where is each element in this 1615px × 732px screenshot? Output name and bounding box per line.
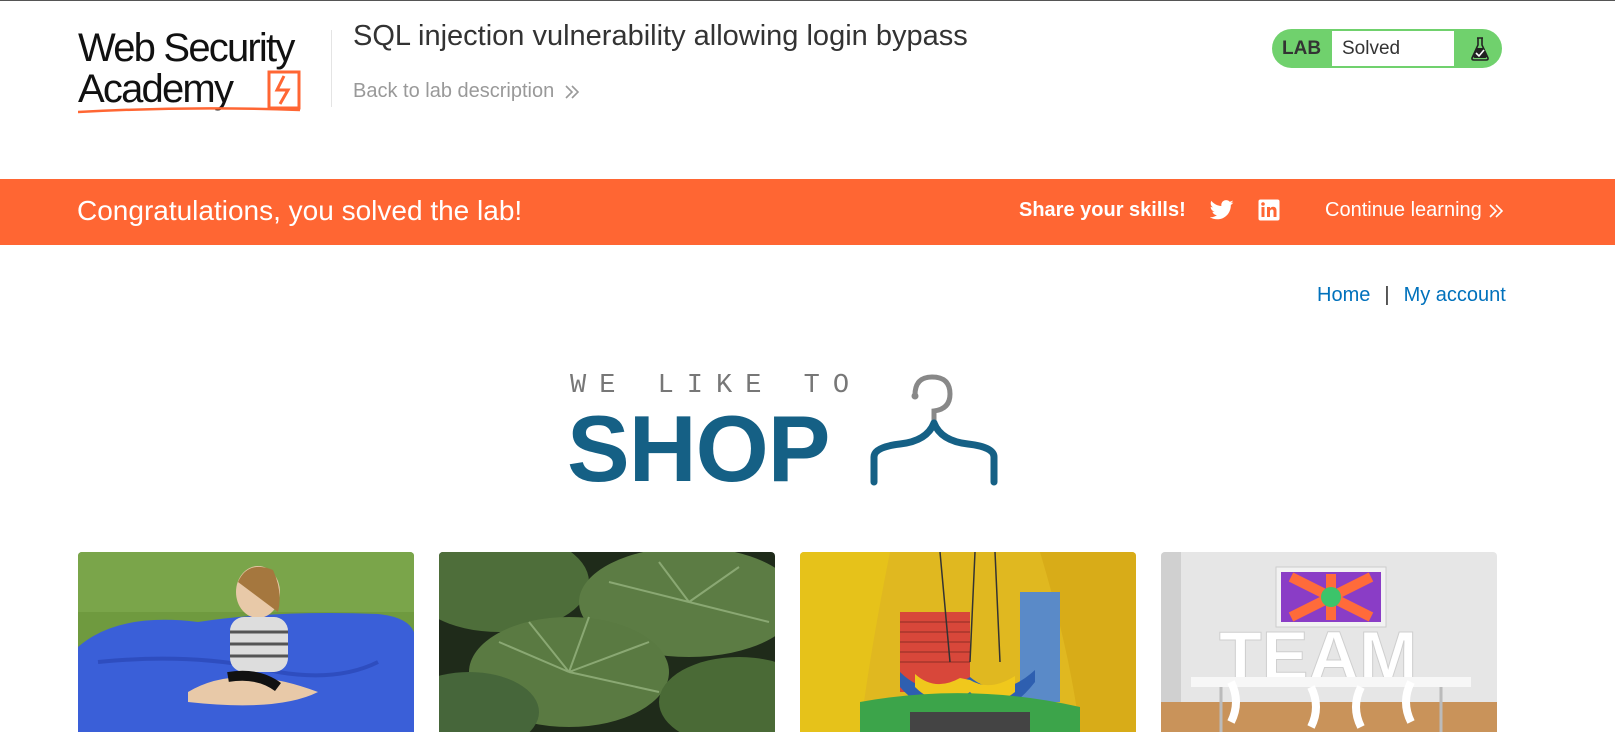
continue-learning-label: Continue learning <box>1325 199 1482 221</box>
twitter-icon[interactable] <box>1210 200 1234 220</box>
congratulations-message: Congratulations, you solved the lab! <box>77 195 523 226</box>
shop-logo: WE LIKE TO SHOP <box>567 368 1015 496</box>
linkedin-icon[interactable] <box>1258 199 1280 221</box>
logo-mark-icon <box>78 70 301 114</box>
window-top-border <box>0 0 1615 1</box>
product-image-beanbag[interactable] <box>78 552 414 732</box>
hanger-icon <box>870 374 998 486</box>
back-to-lab-description-link[interactable]: Back to lab description <box>353 80 580 103</box>
my-account-link[interactable]: My account <box>1404 284 1506 307</box>
double-chevron-right-icon <box>564 84 580 100</box>
lab-status-value: Solved <box>1332 31 1454 66</box>
nav-separator: | <box>1384 284 1390 306</box>
solved-banner: Congratulations, you solved the lab! Sha… <box>0 179 1615 245</box>
lab-status-widget: LAB Solved <box>1272 29 1502 68</box>
product-image-playhouse[interactable] <box>800 552 1136 732</box>
web-security-academy-logo[interactable]: Web Security Academy <box>78 26 330 118</box>
top-nav: Home | My account <box>1317 284 1506 307</box>
product-image-team[interactable]: TEAM <box>1161 552 1497 732</box>
header-divider <box>331 30 332 107</box>
double-chevron-right-icon <box>1488 203 1504 219</box>
home-link[interactable]: Home <box>1317 284 1370 307</box>
product-image-leaves[interactable] <box>439 552 775 732</box>
flask-icon <box>1471 37 1489 61</box>
lab-status-tag: LAB <box>1282 38 1322 59</box>
continue-learning-link[interactable]: Continue learning <box>1325 199 1504 222</box>
lab-title: SQL injection vulnerability allowing log… <box>353 20 968 52</box>
shop-word: SHOP <box>567 396 830 501</box>
share-skills-label: Share your skills! <box>1019 199 1186 221</box>
back-link-label: Back to lab description <box>353 80 555 102</box>
